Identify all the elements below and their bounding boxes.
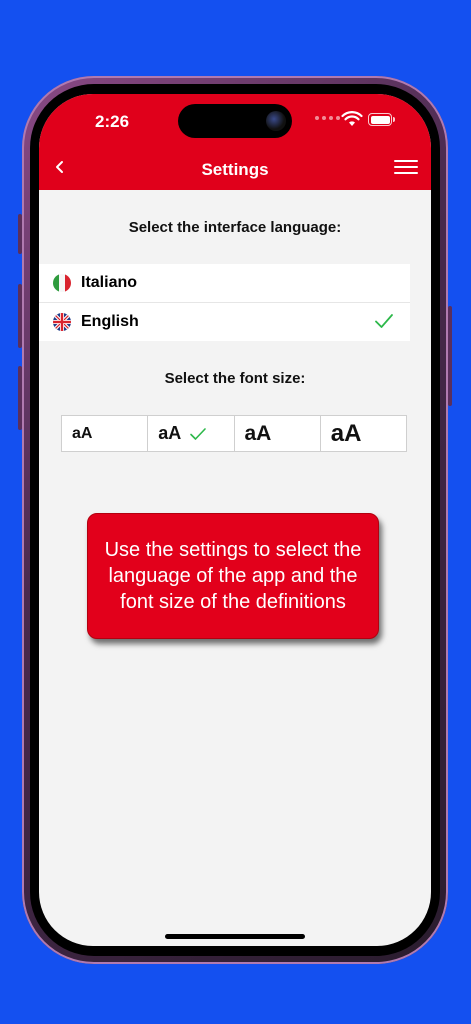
font-size-small-option[interactable]: aA (61, 415, 149, 452)
app-screen: 2:26 Settings Select the interface langu… (39, 94, 431, 946)
font-size-extra-large-option[interactable]: aA (320, 415, 407, 452)
power-button (448, 306, 452, 406)
camera-icon (266, 111, 286, 131)
cellular-signal-icon (315, 116, 340, 120)
checkmark-icon (190, 427, 207, 440)
language-section-label: Select the interface language: (128, 219, 342, 236)
font-size-large-option[interactable]: aA (234, 415, 321, 452)
volume-up-button (18, 284, 22, 348)
hamburger-menu-icon[interactable] (394, 160, 418, 178)
dynamic-island (178, 104, 292, 138)
language-list: Italiano English (39, 264, 410, 341)
info-banner-text: Use the settings to select the language … (104, 539, 362, 613)
language-name: Italiano (81, 274, 138, 291)
status-time: 2:26 (95, 112, 130, 131)
action-button (18, 214, 22, 254)
page-title: Settings (201, 160, 269, 179)
volume-down-button (18, 366, 22, 430)
font-size-section-label: Select the font size: (164, 370, 306, 387)
font-size-medium-option[interactable]: aA (148, 415, 235, 452)
language-option-english[interactable]: English (39, 302, 410, 341)
font-size-sample: aA (330, 419, 362, 447)
battery-icon (368, 113, 395, 126)
italy-flag-icon (53, 274, 71, 292)
language-name: English (81, 313, 139, 330)
uk-flag-icon (53, 313, 71, 331)
app-header: 2:26 Settings (39, 94, 431, 190)
language-option-italiano[interactable]: Italiano (39, 264, 410, 302)
font-size-sample: aA (158, 423, 182, 443)
font-size-sample: aA (72, 424, 93, 442)
info-banner: Use the settings to select the language … (87, 513, 379, 639)
checkmark-icon (375, 314, 393, 328)
font-size-sample: aA (244, 421, 272, 445)
font-size-selector: aA aA aA aA (61, 415, 407, 452)
wifi-icon (341, 111, 363, 126)
home-indicator[interactable] (165, 934, 305, 939)
